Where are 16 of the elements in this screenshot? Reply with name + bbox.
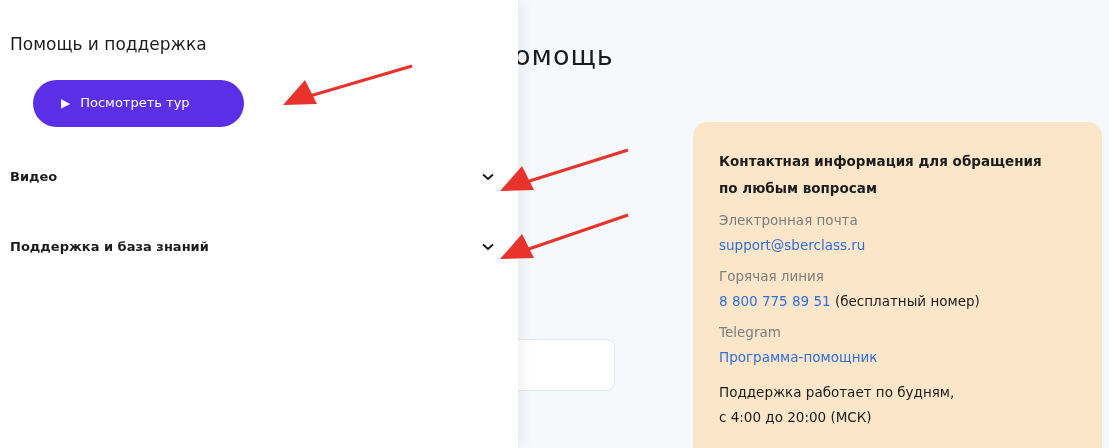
contact-link[interactable]: 8 800 775 89 51 (719, 293, 831, 309)
tour-button[interactable]: ▶ Посмотреть тур (33, 79, 244, 127)
contact-value: 8 800 775 89 51 (бесплатный номер) (719, 292, 981, 311)
panel-title: Помощь и поддержка (10, 33, 208, 56)
accordion-header[interactable]: Видео (10, 164, 494, 189)
contact-label: Электронная почта (719, 211, 859, 230)
accordion-header[interactable]: Поддержка и база знаний (10, 234, 494, 259)
play-icon: ▶ (61, 94, 71, 112)
contact-link[interactable]: support@sberclass.ru (719, 237, 866, 253)
card-title: Контактная информация для обращения по любым вопросам (719, 152, 1043, 198)
input-field[interactable] (518, 338, 615, 391)
page-heading: омощь (514, 39, 615, 73)
support-hours: Поддержка работает по будням, с 4:00 до 20:00 (МСК) (719, 383, 956, 427)
contact-label: Telegram (719, 323, 782, 342)
contact-label: Горячая линия (719, 267, 825, 286)
contact-link[interactable]: Программа-помощник (719, 349, 878, 365)
